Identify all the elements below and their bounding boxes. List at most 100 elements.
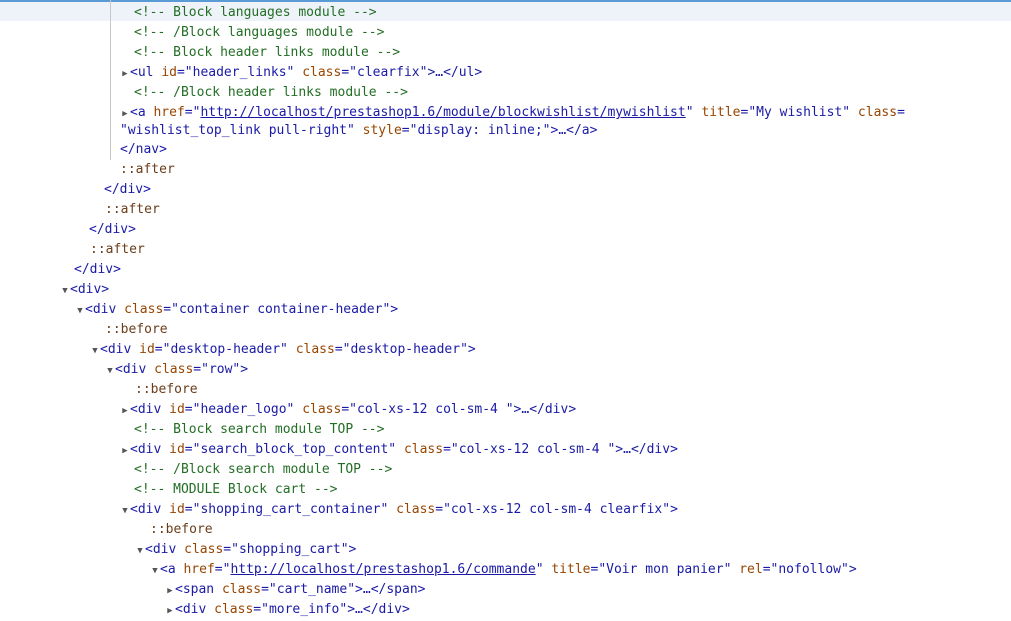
attr-name[interactable]: class [302, 65, 341, 80]
tag-open: <div [100, 342, 132, 357]
collapse-triangle-icon[interactable]: ▼ [150, 561, 160, 581]
comment-text: <!-- /Block search module TOP --> [134, 462, 393, 477]
expand-triangle-icon[interactable]: ▶ [120, 401, 130, 421]
dom-node-close-div[interactable]: </div> [74, 260, 121, 280]
dom-node-pseudo-before[interactable]: ::before [105, 320, 168, 340]
dom-node-a-wishlist[interactable]: ▶ <a href="http://localhost/prestashop1.6… [120, 103, 905, 123]
attr-name[interactable]: class [214, 602, 253, 617]
comment-text: <!-- Block languages module --> [134, 5, 377, 20]
dom-node-shopping-cart[interactable]: ▼ <div class="shopping_cart"> [135, 540, 356, 560]
tag-open: <div [145, 542, 177, 557]
collapse-triangle-icon[interactable]: ▼ [90, 341, 100, 361]
attr-value[interactable]: nofollow [778, 562, 841, 577]
comment-text: <!-- MODULE Block cart --> [134, 482, 338, 497]
attr-name[interactable]: title [551, 562, 590, 577]
attr-value[interactable]: more_info [269, 602, 339, 617]
tag-open: <div [130, 402, 162, 417]
dom-node-desktop-header[interactable]: ▼ <div id="desktop-header" class="desktop… [90, 340, 475, 361]
dom-node-search-block[interactable]: ▶ <div id="search_block_top_content" clas… [120, 440, 678, 460]
attr-value[interactable]: wishlist_top_link pull-right [128, 123, 347, 138]
dom-node-pseudo-before[interactable]: ::before [135, 380, 198, 400]
dom-node-shopping-cart-container[interactable]: ▼ <div id="shopping_cart_container" class… [120, 500, 678, 520]
attr-value[interactable]: clearfix [357, 65, 420, 80]
attr-value[interactable]: header_links [193, 65, 287, 80]
attr-value[interactable]: header_logo [200, 402, 286, 417]
attr-name[interactable]: id [169, 442, 185, 457]
indent-guide [110, 0, 111, 160]
attr-name[interactable]: class [396, 502, 435, 517]
dom-node-comment[interactable]: <!-- /Block header links module --> [134, 83, 408, 103]
tag-close: </div> [89, 222, 136, 237]
dom-node-pseudo-after[interactable]: ::after [90, 240, 145, 260]
attr-value[interactable]: col-xs-12 col-sm-4 [357, 402, 506, 417]
expand-triangle-icon[interactable]: ▶ [165, 601, 175, 621]
attr-name[interactable]: class [154, 362, 193, 377]
attr-name[interactable]: title [701, 105, 740, 120]
dom-node-comment[interactable]: <!-- Block languages module --> [134, 3, 377, 23]
comment-text: <!-- /Block languages module --> [134, 25, 385, 40]
expand-triangle-icon[interactable]: ▶ [165, 581, 175, 601]
collapse-triangle-icon[interactable]: ▼ [135, 541, 145, 561]
dom-node-container-header[interactable]: ▼ <div class="container container-header"… [75, 300, 398, 320]
dom-node-div[interactable]: ▼ <div> [60, 280, 109, 300]
comment-text: <!-- Block header links module --> [134, 45, 401, 60]
attr-value[interactable]: col-xs-12 col-sm-4 clearfix [451, 502, 662, 517]
attr-value[interactable]: container container-header [179, 302, 383, 317]
collapse-triangle-icon[interactable]: ▼ [120, 501, 130, 521]
dom-node-comment[interactable]: <!-- Block search module TOP --> [134, 420, 384, 440]
dom-node-a-wishlist-wrap[interactable]: "wishlist_top_link pull-right" style="di… [120, 121, 597, 141]
dom-node-comment[interactable]: <!-- MODULE Block cart --> [134, 480, 338, 500]
attr-value[interactable]: Voir mon panier [606, 562, 723, 577]
expand-triangle-icon[interactable]: ▶ [120, 441, 130, 461]
attr-name[interactable]: id [169, 402, 185, 417]
attr-value[interactable]: row [209, 362, 232, 377]
dom-node-pseudo-after[interactable]: ::after [120, 160, 175, 180]
attr-value[interactable]: search_block_top_content [200, 442, 388, 457]
attr-name[interactable]: class [222, 582, 261, 597]
collapse-triangle-icon[interactable]: ▼ [105, 361, 115, 381]
attr-name[interactable]: rel [739, 562, 762, 577]
attr-value[interactable]: shopping_cart [239, 542, 341, 557]
dom-node-more-info[interactable]: ▶ <div class="more_info">…</div> [165, 600, 410, 620]
attr-link[interactable]: http://localhost/prestashop1.6/commande [230, 562, 535, 577]
dom-node-row[interactable]: ▼ <div class="row"> [105, 360, 248, 380]
attr-name[interactable]: href [183, 562, 214, 577]
attr-value[interactable]: cart_name [277, 582, 347, 597]
attr-value[interactable]: My wishlist [756, 105, 842, 120]
dom-node-comment[interactable]: <!-- /Block search module TOP --> [134, 460, 392, 480]
dom-node-pseudo-before[interactable]: ::before [150, 520, 213, 540]
dom-node-close-div[interactable]: </div> [104, 180, 151, 200]
dom-node-close-nav[interactable]: </nav> [120, 140, 167, 160]
dom-node-close-div[interactable]: </div> [89, 220, 136, 240]
attr-name[interactable]: class [302, 402, 341, 417]
expand-triangle-icon[interactable]: ▶ [120, 64, 130, 84]
attr-link[interactable]: http://localhost/prestashop1.6/module/bl… [200, 105, 685, 120]
attr-name[interactable]: style [363, 123, 402, 138]
attr-name[interactable]: class [124, 302, 163, 317]
attr-name[interactable]: id [139, 342, 155, 357]
dom-node-a-commande[interactable]: ▼ <a href="http://localhost/prestashop1.6… [150, 560, 856, 581]
attr-value[interactable]: shopping_cart_container [200, 502, 380, 517]
attr-value[interactable]: desktop-header [170, 342, 280, 357]
attr-value[interactable]: display: inline; [417, 123, 542, 138]
tag-open: <a [160, 562, 176, 577]
attr-value[interactable]: desktop-header [350, 342, 460, 357]
attr-name[interactable]: id [169, 502, 185, 517]
attr-name[interactable]: class [404, 442, 443, 457]
pseudo-element: ::before [135, 382, 198, 397]
collapse-triangle-icon[interactable]: ▼ [60, 281, 70, 301]
dom-node-pseudo-after[interactable]: ::after [105, 200, 160, 220]
collapse-triangle-icon[interactable]: ▼ [75, 301, 85, 321]
dom-node-comment[interactable]: <!-- Block header links module --> [134, 43, 400, 63]
attr-name[interactable]: href [153, 105, 184, 120]
attr-value[interactable]: col-xs-12 col-sm-4 [459, 442, 608, 457]
dom-node-header-logo[interactable]: ▶ <div id="header_logo" class="col-xs-12 … [120, 400, 576, 420]
dom-node-comment[interactable]: <!-- /Block languages module --> [134, 23, 384, 43]
dom-node-ul-header-links[interactable]: ▶ <ul id="header_links" class="clearfix">… [120, 63, 482, 83]
dom-node-span-cart-name[interactable]: ▶ <span class="cart_name">…</span> [165, 580, 425, 601]
comment-text: <!-- Block search module TOP --> [134, 422, 385, 437]
attr-name[interactable]: class [858, 105, 897, 120]
attr-name[interactable]: class [184, 542, 223, 557]
attr-name[interactable]: class [296, 342, 335, 357]
attr-name[interactable]: id [161, 65, 177, 80]
